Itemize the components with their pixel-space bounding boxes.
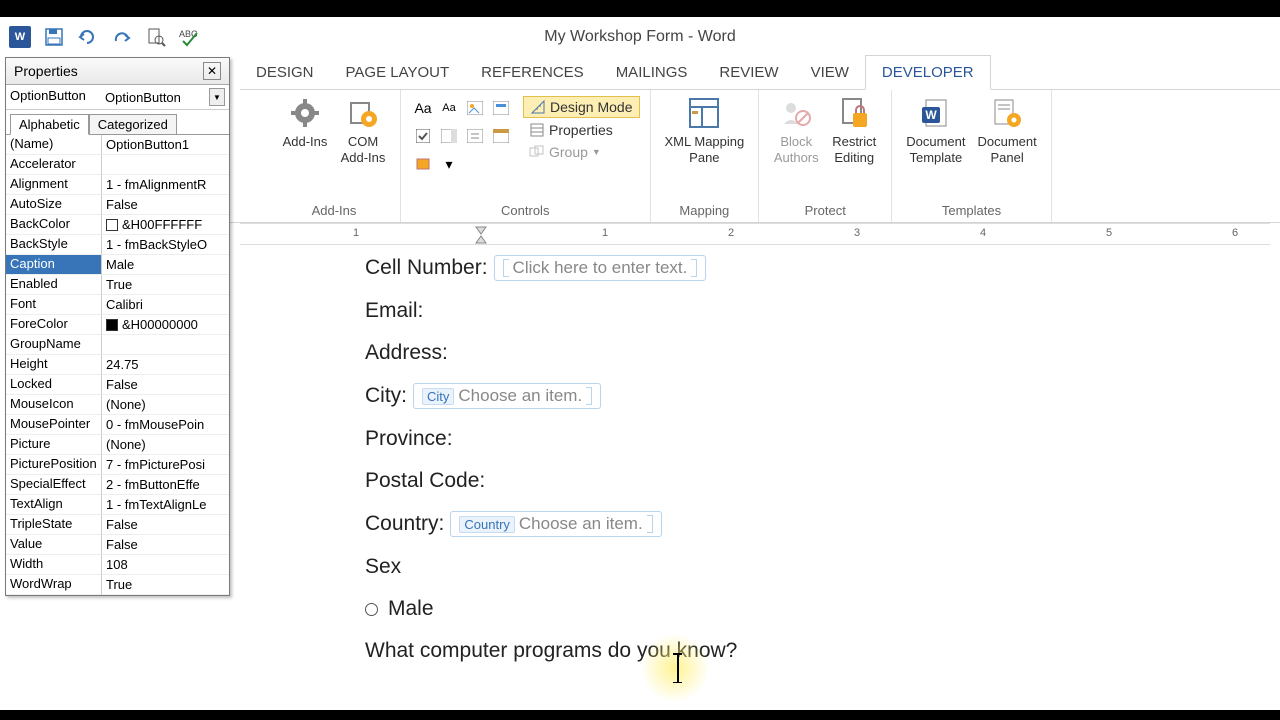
- city-label: City:: [365, 384, 407, 408]
- tab-alphabetic[interactable]: Alphabetic: [10, 114, 89, 135]
- page: Cell Number: Click here to enter text. E…: [350, 245, 1250, 691]
- cell-number-label: Cell Number:: [365, 256, 488, 280]
- property-row[interactable]: ForeColor&H00000000: [6, 315, 229, 335]
- property-row[interactable]: LockedFalse: [6, 375, 229, 395]
- postal-label: Postal Code:: [365, 469, 485, 493]
- restrict-editing-button[interactable]: Restrict Editing: [827, 92, 881, 167]
- property-row[interactable]: Width108: [6, 555, 229, 575]
- document-area[interactable]: Cell Number: Click here to enter text. E…: [240, 245, 1270, 710]
- property-row[interactable]: (Name)OptionButton1: [6, 135, 229, 155]
- tab-references[interactable]: REFERENCES: [465, 56, 600, 89]
- lock-icon: [836, 94, 872, 132]
- property-row[interactable]: CaptionMale: [6, 255, 229, 275]
- property-row[interactable]: Accelerator: [6, 155, 229, 175]
- control-combobox-icon[interactable]: [437, 124, 461, 148]
- word-app-icon[interactable]: W: [6, 23, 34, 51]
- legacy-dropdown-icon[interactable]: ▾: [437, 152, 461, 176]
- property-row[interactable]: TextAlign1 - fmTextAlignLe: [6, 495, 229, 515]
- property-row[interactable]: MousePointer0 - fmMousePoin: [6, 415, 229, 435]
- property-row[interactable]: MouseIcon(None): [6, 395, 229, 415]
- property-row[interactable]: Height24.75: [6, 355, 229, 375]
- sex-label: Sex: [365, 555, 401, 579]
- control-plaintext-icon[interactable]: Aa: [437, 96, 461, 120]
- properties-grid: (Name)OptionButton1AcceleratorAlignment1…: [6, 134, 229, 595]
- email-label: Email:: [365, 299, 423, 323]
- property-row[interactable]: BackStyle1 - fmBackStyleO: [6, 235, 229, 255]
- control-picture-icon[interactable]: [463, 96, 487, 120]
- property-row[interactable]: EnabledTrue: [6, 275, 229, 295]
- city-control[interactable]: City Choose an item.: [413, 383, 601, 409]
- legacy-tools-icon[interactable]: [411, 152, 435, 176]
- tab-review[interactable]: REVIEW: [703, 56, 794, 89]
- control-date-icon[interactable]: [489, 124, 513, 148]
- ruler-triangle-icon: [530, 99, 546, 115]
- chevron-down-icon[interactable]: ▼: [209, 88, 225, 106]
- male-option[interactable]: Male: [365, 597, 434, 621]
- xml-pane-icon: [686, 94, 722, 132]
- tab-view[interactable]: VIEW: [795, 56, 865, 89]
- property-row[interactable]: BackColor&H00FFFFFF: [6, 215, 229, 235]
- design-mode-button[interactable]: Design Mode: [523, 96, 640, 118]
- property-row[interactable]: ValueFalse: [6, 535, 229, 555]
- gear-warning-icon: [345, 94, 381, 132]
- svg-text:W: W: [925, 108, 937, 122]
- properties-object-selector[interactable]: OptionButton OptionButton▼: [6, 85, 229, 110]
- ribbon: Add-Ins COM Add-Ins Add-Ins Aa Aa: [230, 90, 1280, 223]
- radio-icon: [365, 603, 378, 616]
- control-properties-button[interactable]: Properties: [523, 120, 640, 140]
- property-row[interactable]: TripleStateFalse: [6, 515, 229, 535]
- spelling-icon[interactable]: ABC: [176, 23, 204, 51]
- tab-developer[interactable]: DEVELOPER: [865, 55, 991, 90]
- address-label: Address:: [365, 341, 448, 365]
- tab-page-layout[interactable]: PAGE LAYOUT: [330, 56, 466, 89]
- com-addins-button[interactable]: COM Add-Ins: [336, 92, 390, 167]
- addins-button[interactable]: Add-Ins: [278, 92, 332, 152]
- horizontal-ruler[interactable]: 1 1 2 3 4 5 6: [240, 223, 1270, 245]
- property-row[interactable]: Alignment1 - fmAlignmentR: [6, 175, 229, 195]
- country-label: Country:: [365, 512, 444, 536]
- property-row[interactable]: AutoSizeFalse: [6, 195, 229, 215]
- property-row[interactable]: GroupName: [6, 335, 229, 355]
- save-icon[interactable]: [40, 23, 68, 51]
- question-text: What computer programs do you know?: [365, 639, 737, 663]
- gear-icon: [287, 94, 323, 132]
- province-label: Province:: [365, 427, 453, 451]
- properties-panel: Properties ✕ OptionButton OptionButton▼ …: [5, 57, 230, 596]
- xml-mapping-button[interactable]: XML Mapping Pane: [661, 92, 749, 167]
- document-panel-button[interactable]: Document Panel: [973, 92, 1040, 167]
- property-row[interactable]: PicturePosition7 - fmPicturePosi: [6, 455, 229, 475]
- window-title: My Workshop Form - Word: [544, 28, 735, 46]
- undo-icon[interactable]: [74, 23, 102, 51]
- indent-marker-icon[interactable]: [474, 224, 488, 246]
- word-template-icon: W: [918, 94, 954, 132]
- tab-mailings[interactable]: MAILINGS: [600, 56, 704, 89]
- document-gear-icon: [989, 94, 1025, 132]
- property-row[interactable]: Picture(None): [6, 435, 229, 455]
- group-button[interactable]: Group ▼: [523, 142, 640, 162]
- quick-access-toolbar: W ABC My Workshop Form - Word: [0, 17, 1280, 57]
- properties-title: Properties: [14, 63, 78, 79]
- text-cursor-icon: [677, 653, 678, 683]
- property-row[interactable]: FontCalibri: [6, 295, 229, 315]
- block-authors-button[interactable]: Block Authors: [769, 92, 823, 167]
- control-dropdown-icon[interactable]: [463, 124, 487, 148]
- close-icon[interactable]: ✕: [203, 62, 221, 80]
- country-control[interactable]: Country Choose an item.: [450, 511, 661, 537]
- property-row[interactable]: SpecialEffect2 - fmButtonEffe: [6, 475, 229, 495]
- control-buildingblock-icon[interactable]: [489, 96, 513, 120]
- cell-number-control[interactable]: Click here to enter text.: [494, 255, 707, 281]
- redo-icon[interactable]: [108, 23, 136, 51]
- group-icon: [529, 144, 545, 160]
- print-preview-icon[interactable]: [142, 23, 170, 51]
- document-template-button[interactable]: W Document Template: [902, 92, 969, 167]
- tab-design[interactable]: DESIGN: [240, 56, 330, 89]
- property-row[interactable]: WordWrapTrue: [6, 575, 229, 595]
- block-authors-icon: [778, 94, 814, 132]
- control-checkbox-icon[interactable]: [411, 124, 435, 148]
- tab-categorized[interactable]: Categorized: [89, 114, 177, 135]
- properties-icon: [529, 122, 545, 138]
- ribbon-tabs: DESIGNPAGE LAYOUTREFERENCESMAILINGSREVIE…: [240, 57, 1280, 90]
- control-richtext-icon[interactable]: Aa: [411, 96, 435, 120]
